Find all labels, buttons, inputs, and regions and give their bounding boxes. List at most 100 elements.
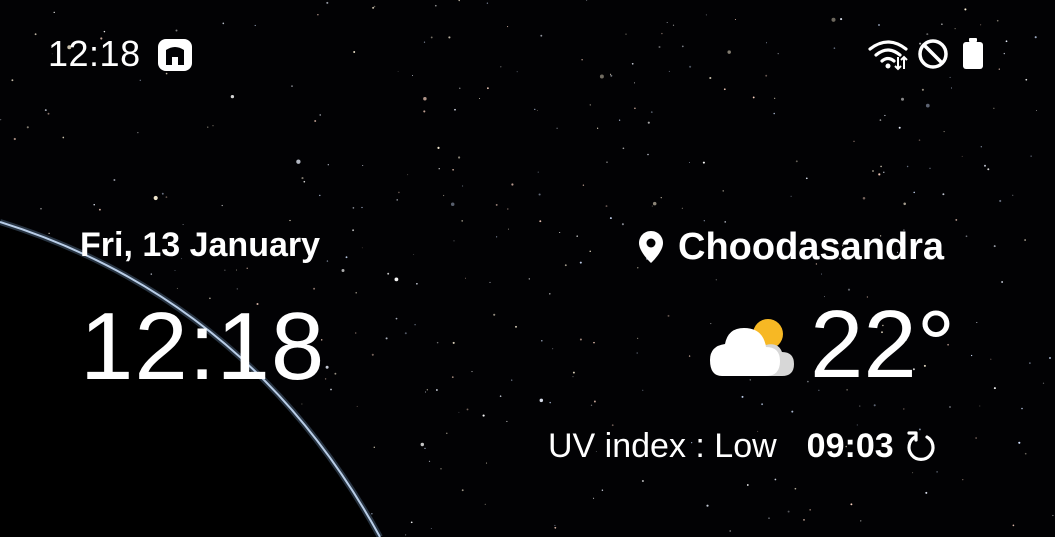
star	[787, 510, 790, 513]
star	[161, 192, 164, 195]
star	[387, 272, 390, 275]
star	[453, 240, 455, 242]
partly-cloudy-icon[interactable]	[708, 314, 796, 382]
star	[807, 380, 809, 383]
lock-screen-clock[interactable]: 12:18	[80, 292, 325, 402]
star	[926, 33, 929, 36]
star	[668, 70, 670, 72]
star	[900, 97, 905, 101]
star	[371, 353, 374, 356]
star	[487, 87, 489, 90]
temperature[interactable]: 22°	[810, 290, 955, 400]
star	[593, 400, 596, 403]
star	[984, 164, 986, 167]
star	[878, 24, 880, 26]
star	[461, 220, 464, 222]
star	[850, 503, 853, 506]
star	[540, 34, 543, 37]
star	[768, 517, 770, 519]
star	[236, 269, 238, 271]
star	[165, 72, 168, 75]
star	[482, 414, 485, 417]
star	[689, 65, 692, 68]
star	[355, 292, 357, 294]
star	[559, 231, 561, 234]
star	[805, 177, 808, 180]
star	[506, 420, 508, 422]
star	[582, 184, 585, 186]
star	[774, 478, 777, 481]
star	[943, 131, 945, 133]
star	[373, 446, 376, 449]
star	[862, 197, 866, 200]
star	[62, 136, 65, 139]
star	[658, 45, 661, 49]
star	[709, 76, 712, 80]
star	[791, 410, 794, 413]
star	[990, 358, 992, 360]
star	[541, 339, 543, 342]
star	[361, 247, 363, 249]
star	[1036, 110, 1038, 112]
star	[47, 112, 50, 115]
star	[440, 467, 442, 470]
star	[975, 437, 977, 439]
star	[1029, 362, 1031, 364]
star	[590, 404, 593, 406]
notification-app-icon	[158, 39, 192, 71]
star	[93, 204, 95, 206]
star	[773, 112, 775, 115]
star	[430, 36, 433, 39]
star	[951, 87, 953, 89]
refresh-icon[interactable]	[904, 429, 938, 463]
star	[500, 66, 502, 68]
star	[672, 24, 675, 26]
star	[1024, 239, 1026, 241]
star	[175, 29, 178, 32]
star	[327, 164, 329, 166]
star	[484, 503, 486, 506]
star	[622, 147, 625, 150]
star	[715, 279, 717, 281]
star	[554, 526, 557, 529]
star	[385, 337, 388, 340]
star	[426, 389, 428, 391]
star	[962, 479, 964, 481]
star	[706, 504, 709, 507]
star	[840, 18, 843, 21]
star	[965, 235, 968, 238]
star	[434, 4, 437, 7]
star	[1024, 452, 1027, 455]
star	[949, 76, 951, 78]
star	[872, 170, 874, 172]
star	[1049, 357, 1051, 359]
star	[489, 281, 491, 283]
star	[353, 51, 356, 53]
star	[301, 177, 304, 180]
star	[860, 520, 862, 522]
star	[430, 528, 432, 529]
weather-details-row: UV index : Low 09:03	[548, 423, 938, 469]
star	[1018, 441, 1021, 444]
star	[955, 218, 958, 221]
star	[355, 332, 357, 334]
star	[420, 442, 425, 447]
star	[246, 267, 248, 269]
star	[405, 534, 407, 536]
star	[777, 52, 779, 55]
star	[609, 73, 612, 75]
star	[230, 94, 235, 99]
star	[486, 2, 489, 4]
star	[40, 207, 42, 210]
star	[362, 164, 364, 167]
star	[880, 165, 882, 168]
star	[345, 256, 348, 259]
wifi-icon	[868, 40, 908, 71]
star	[394, 277, 399, 282]
star	[471, 371, 473, 373]
star	[821, 273, 822, 275]
do-not-disturb-icon	[918, 39, 948, 69]
star	[647, 153, 649, 156]
star	[996, 19, 999, 22]
weather-location[interactable]: Choodasandra	[638, 222, 944, 272]
